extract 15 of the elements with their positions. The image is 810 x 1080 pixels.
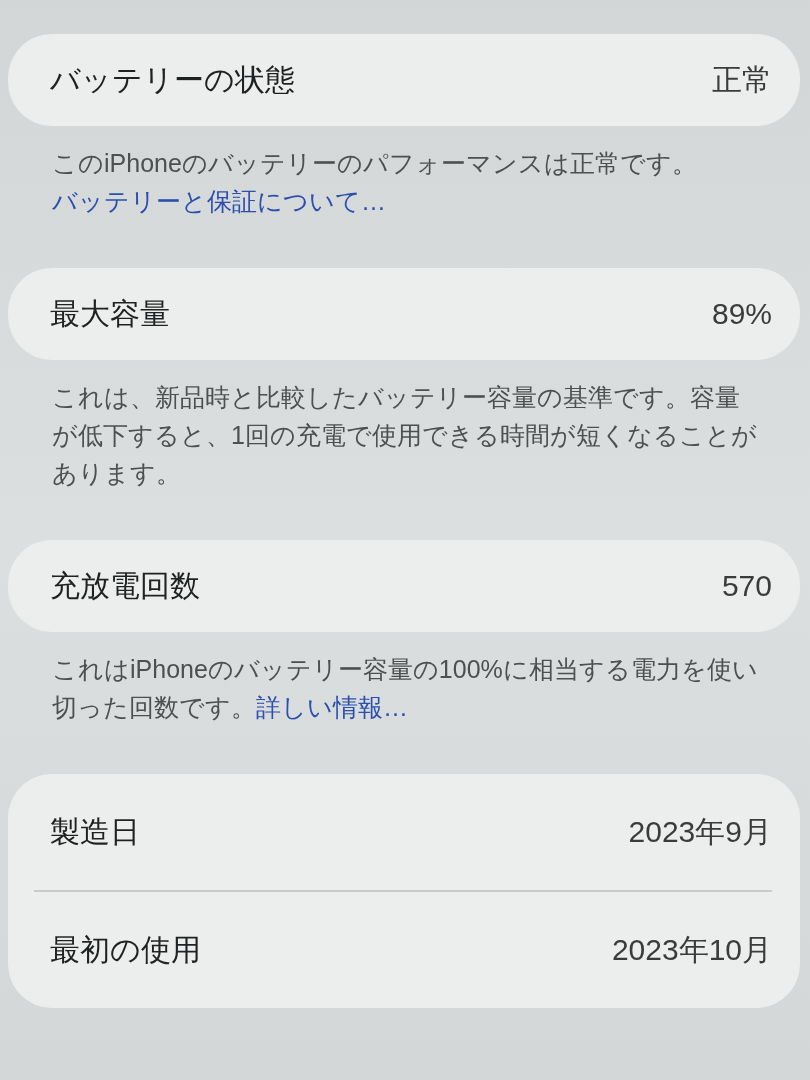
row-value: 570 — [721, 569, 772, 603]
footer-text: これはiPhoneのバッテリー容量の100%に相当する電力を使い切った回数です。詳しい情報… — [51, 654, 759, 723]
row-value: 正常 — [712, 61, 772, 98]
row-label: 最初の使用 — [49, 931, 201, 968]
row-label: 製造日 — [49, 813, 140, 850]
row-label: 最大容量 — [49, 295, 170, 332]
row-value: 2023年9月 — [628, 813, 772, 850]
row-value: 89% — [711, 297, 772, 331]
row-label: バッテリーの状態 — [49, 61, 295, 98]
footer-text: これは、新品時と比較したバッテリー容量の基準です。容量が低下すると、1回の充電で使用できる時間が短くなることがあります。 — [51, 382, 758, 489]
row-label: 充放電回数 — [49, 567, 200, 604]
info-link[interactable]: バッテリーと保証について… — [52, 187, 386, 215]
row-value: 2023年10月 — [611, 931, 772, 968]
info-link[interactable]: 詳しい情報… — [256, 693, 408, 721]
footer-text: このiPhoneのバッテリーのパフォーマンスは正常です。 バッテリーと保証について… — [51, 148, 698, 217]
